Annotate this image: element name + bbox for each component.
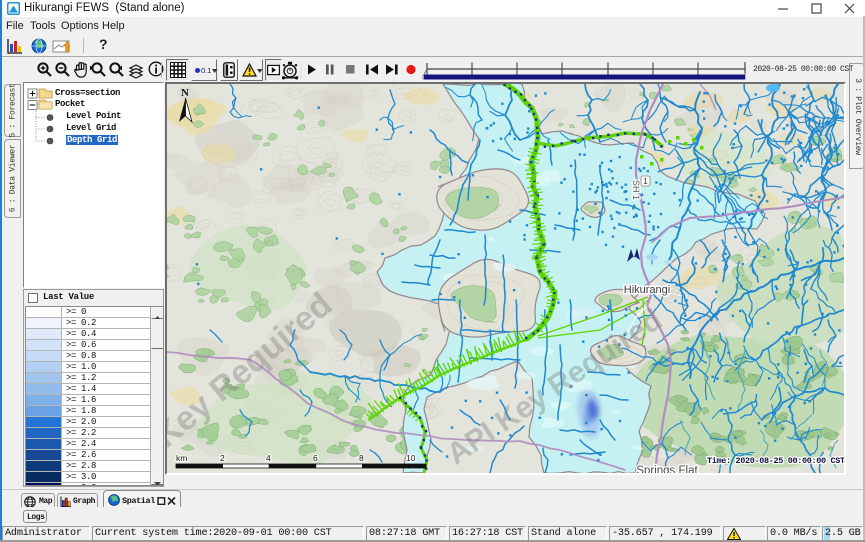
svg-text:km: km [176,453,187,463]
svg-text:SH 1: SH 1 [631,180,641,200]
svg-text:Springs Flat: Springs Flat [636,465,698,473]
svg-text:8: 8 [359,453,364,463]
svg-text:1: 1 [643,177,648,186]
svg-text:10: 10 [406,453,416,463]
svg-text:6: 6 [313,453,318,463]
svg-text:Hikurangi: Hikurangi [624,284,670,296]
svg-text:2: 2 [220,453,225,463]
svg-text:Time: 2020-08-25 00:00:00 CST: Time: 2020-08-25 00:00:00 CST [707,456,844,466]
svg-text:4: 4 [266,453,271,463]
svg-text:N: N [181,87,189,99]
